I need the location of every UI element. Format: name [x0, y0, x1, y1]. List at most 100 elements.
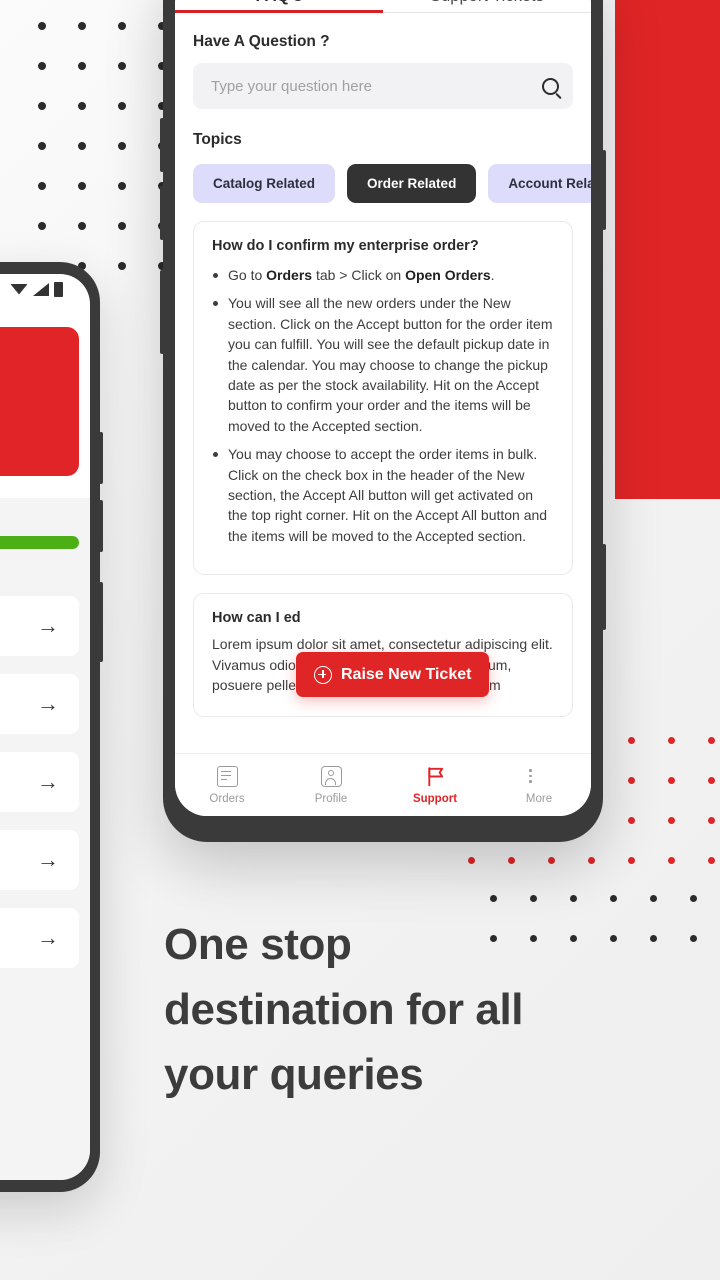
list-item[interactable]: → [0, 830, 79, 890]
list-item[interactable]: → [0, 752, 79, 812]
decorative-dot [38, 22, 46, 30]
tab-support-tickets[interactable]: Support Tickets [383, 0, 591, 13]
secondary-content-area: → → → → → [0, 498, 90, 1180]
nav-item-orders[interactable]: Orders [175, 754, 279, 816]
phone-volume-button [160, 118, 164, 172]
search-icon[interactable] [542, 77, 559, 95]
chip-account-related[interactable]: Account Related [488, 164, 591, 203]
list-item[interactable]: → [0, 596, 79, 656]
decorative-dot [118, 102, 126, 110]
decorative-dot [118, 142, 126, 150]
secondary-phone-mockup: → → → → → [0, 262, 103, 1192]
more-icon [529, 766, 550, 787]
primary-phone-mockup: FAQ's Support Tickets Have A Question ? … [160, 0, 606, 842]
decorative-dot [588, 857, 595, 864]
signal-icon [33, 282, 49, 296]
decorative-dot [78, 102, 86, 110]
search-input-placeholder[interactable]: Type your question here [211, 78, 542, 95]
decorative-dot [708, 857, 715, 864]
status-bar [0, 274, 90, 304]
tab-support-tickets-label: Support Tickets [430, 0, 544, 6]
red-background-panel [615, 0, 720, 499]
list-item[interactable]: → [0, 908, 79, 968]
raise-new-ticket-button[interactable]: Raise New Ticket [296, 652, 490, 697]
faq-answer-list: Go to Orders tab > Click on Open Orders.… [212, 265, 554, 546]
have-a-question-heading: Have A Question ? [193, 33, 330, 50]
chip-order-related[interactable]: Order Related [347, 164, 477, 203]
decorative-dot [548, 857, 555, 864]
nav-label-profile: Profile [314, 792, 348, 805]
decorative-dot [628, 777, 635, 784]
faq-bullet: You may choose to accept the order items… [212, 444, 554, 546]
nav-item-profile[interactable]: Profile [279, 754, 383, 816]
nav-item-support[interactable]: Support [383, 754, 487, 816]
phone-volume-button [99, 432, 103, 484]
decorative-dot [628, 857, 635, 864]
decorative-dot [38, 62, 46, 70]
screen-content: Have A Question ? Type your question her… [175, 13, 591, 753]
decorative-dot [118, 62, 126, 70]
faq-card[interactable]: How do I confirm my enterprise order? Go… [193, 221, 573, 576]
promo-screenshot: → → → → → FAQ's Support Tickets [0, 0, 720, 1280]
faq-bullet: You will see all the new orders under th… [212, 293, 554, 436]
decorative-dot [508, 857, 515, 864]
arrow-right-icon: → [37, 925, 59, 950]
nav-label-orders: Orders [209, 792, 245, 805]
orders-icon [216, 765, 238, 787]
bottom-navigation: Orders Profile Support More [175, 753, 591, 816]
progress-bar [0, 536, 79, 549]
decorative-dot [650, 935, 657, 942]
list-item[interactable]: → [0, 674, 79, 734]
arrow-right-icon: → [37, 847, 59, 872]
decorative-dot [38, 182, 46, 190]
decorative-dot [78, 142, 86, 150]
decorative-dot [610, 935, 617, 942]
tab-faqs[interactable]: FAQ's [175, 0, 383, 13]
decorative-dot [118, 22, 126, 30]
decorative-dot [708, 817, 715, 824]
hero-banner-card [0, 327, 79, 476]
battery-icon [54, 281, 63, 297]
raise-new-ticket-label: Raise New Ticket [341, 665, 472, 683]
phone-power-button [160, 270, 164, 354]
phone-volume-button [99, 500, 103, 552]
phone-side-button [602, 544, 606, 630]
decorative-dot [570, 895, 577, 902]
decorative-dot [468, 857, 475, 864]
phone-power-button [99, 582, 103, 662]
decorative-dot [610, 895, 617, 902]
nav-item-more[interactable]: More [487, 754, 591, 816]
phone-volume-button [160, 186, 164, 240]
decorative-dot [530, 895, 537, 902]
search-box[interactable]: Type your question here [193, 63, 573, 109]
decorative-dot [690, 935, 697, 942]
arrow-right-icon: → [37, 769, 59, 794]
decorative-dot [628, 817, 635, 824]
decorative-dot [78, 62, 86, 70]
tab-faqs-label: FAQ's [255, 0, 302, 6]
decorative-dot [118, 262, 126, 270]
faq-bullet: Go to Orders tab > Click on Open Orders. [212, 265, 554, 285]
nav-label-more: More [525, 792, 553, 805]
nav-label-support: Support [412, 792, 458, 805]
decorative-dot [118, 182, 126, 190]
tab-bar: FAQ's Support Tickets [175, 0, 591, 13]
decorative-dot [38, 142, 46, 150]
faq-question: How do I confirm my enterprise order? [212, 238, 479, 254]
plus-circle-icon [314, 665, 332, 684]
faq-question: How can I ed [212, 610, 301, 627]
wifi-icon [10, 283, 28, 295]
profile-icon [320, 765, 342, 787]
decorative-dot [78, 222, 86, 230]
decorative-dot [708, 737, 715, 744]
decorative-dot [628, 737, 635, 744]
decorative-dot [668, 737, 675, 744]
decorative-dot [78, 182, 86, 190]
chip-catalog-related[interactable]: Catalog Related [193, 164, 336, 203]
decorative-dot [78, 22, 86, 30]
decorative-dot [650, 895, 657, 902]
decorative-dot [38, 102, 46, 110]
topics-heading: Topics [193, 131, 242, 148]
secondary-phone-screen: → → → → → [0, 274, 90, 1180]
decorative-dot [490, 895, 497, 902]
